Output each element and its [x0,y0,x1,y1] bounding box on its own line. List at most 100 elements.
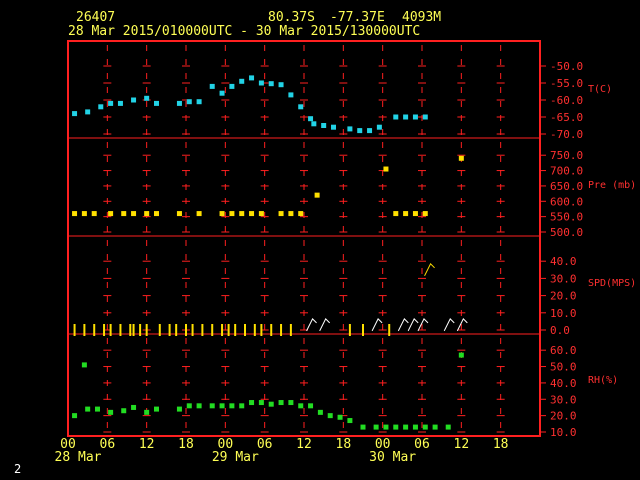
rh-point [239,403,245,409]
rh-point [186,403,192,409]
y-tick-label: -60.0 [550,94,583,107]
pressure-point [81,211,87,217]
temp-point [219,90,225,96]
x-tick-label: 12 [454,437,470,452]
rh-point [317,409,323,415]
rh-point [347,418,353,424]
temp-point [229,83,235,89]
x-tick-label: 12 [139,437,155,452]
rh-point [422,424,428,430]
pressure-point [144,211,150,217]
temp-point [403,114,409,120]
rh-point [144,409,150,415]
rh-point [209,403,215,409]
rh-point [393,424,399,430]
wind-barb [424,262,435,277]
temp-point [196,99,202,105]
rh-point [373,424,379,430]
temp-point [288,92,294,98]
y-tick-label: -55.0 [550,77,583,90]
rh-point [154,406,159,412]
rh-point [121,408,127,414]
wind-barb [371,317,383,332]
y-tick-label: 0.0 [550,324,570,337]
temp-point [98,104,104,110]
rh-point [249,400,255,406]
rh-point [308,403,314,409]
rh-point [219,403,225,409]
temp-point [186,99,192,105]
pressure-point [219,211,225,217]
panel-label: SPD(MPS) [588,278,636,289]
pressure-point [412,211,418,217]
pressure-point [72,211,78,217]
temp-point [239,78,245,84]
temp-point [108,100,114,106]
rh-point [229,403,235,409]
page-number: 2 [14,462,22,476]
rh-point [298,403,304,409]
y-tick-label: 550.0 [550,211,583,224]
wind-barb [306,317,317,332]
temp-point [367,128,373,134]
rh-point [258,400,264,406]
y-tick-label: 10.0 [550,426,577,439]
rh-point [81,362,87,368]
rh-point [458,352,464,358]
wind-barb [407,317,419,332]
temp-point [176,100,182,106]
temp-point [347,126,353,132]
date-label: 29 Mar [212,450,259,465]
rh-point [360,424,366,430]
rh-point [268,401,274,407]
panel-label: Pre (mb) [588,180,636,191]
temp-point [258,80,264,86]
temp-point [412,114,418,120]
temp-point [85,109,91,115]
y-tick-label: 10.0 [550,307,577,320]
rh-point [445,424,451,430]
temp-point [376,124,382,130]
temp-point [321,123,327,128]
wind-barb [397,317,409,332]
wind-barb [456,317,468,332]
meteogram-window: 26407 80.37S -77.37E 4093M 28 Mar 2015/0… [0,0,640,480]
temp-point [308,116,314,122]
rh-point [95,406,100,412]
y-tick-label: 30.0 [550,272,577,285]
temp-point [268,81,274,87]
y-tick-label: -70.0 [550,128,583,141]
temp-point [154,100,159,106]
wind-barb [319,317,331,332]
temp-point [393,114,399,120]
rh-point [412,424,418,430]
rh-point [432,424,438,430]
meteogram-chart: -50.0 -55.0 -60.0 -65.0 -70.0 T(C) 750.0 700.0 6… [55,40,636,465]
temp-point [298,104,304,110]
rh-point [72,413,78,419]
pressure-point [154,211,159,217]
y-tick-label: -50.0 [550,60,583,73]
y-tick-label: 30.0 [550,393,577,406]
x-tick-label: 18 [493,437,509,452]
pressure-point [258,211,264,217]
pressure-point [383,166,389,172]
y-tick-label: 20.0 [550,290,577,303]
pressure-point [403,211,409,217]
y-tick-label: 20.0 [550,410,577,423]
wind-barb [417,317,429,332]
pressure-point [288,211,294,217]
temp-point [72,111,78,117]
x-tick-label: 06 [257,437,273,452]
x-tick-label: 18 [178,437,194,452]
temp-point [249,75,255,81]
date-label: 30 Mar [369,450,416,465]
rh-point [176,406,182,412]
y-tick-label: 750.0 [550,149,583,162]
pressure-point [458,155,464,161]
pressure-point [196,211,202,217]
temp-point [357,128,363,134]
wind-barb [443,317,455,332]
rh-point [327,413,333,419]
y-tick-label: -65.0 [550,111,583,124]
